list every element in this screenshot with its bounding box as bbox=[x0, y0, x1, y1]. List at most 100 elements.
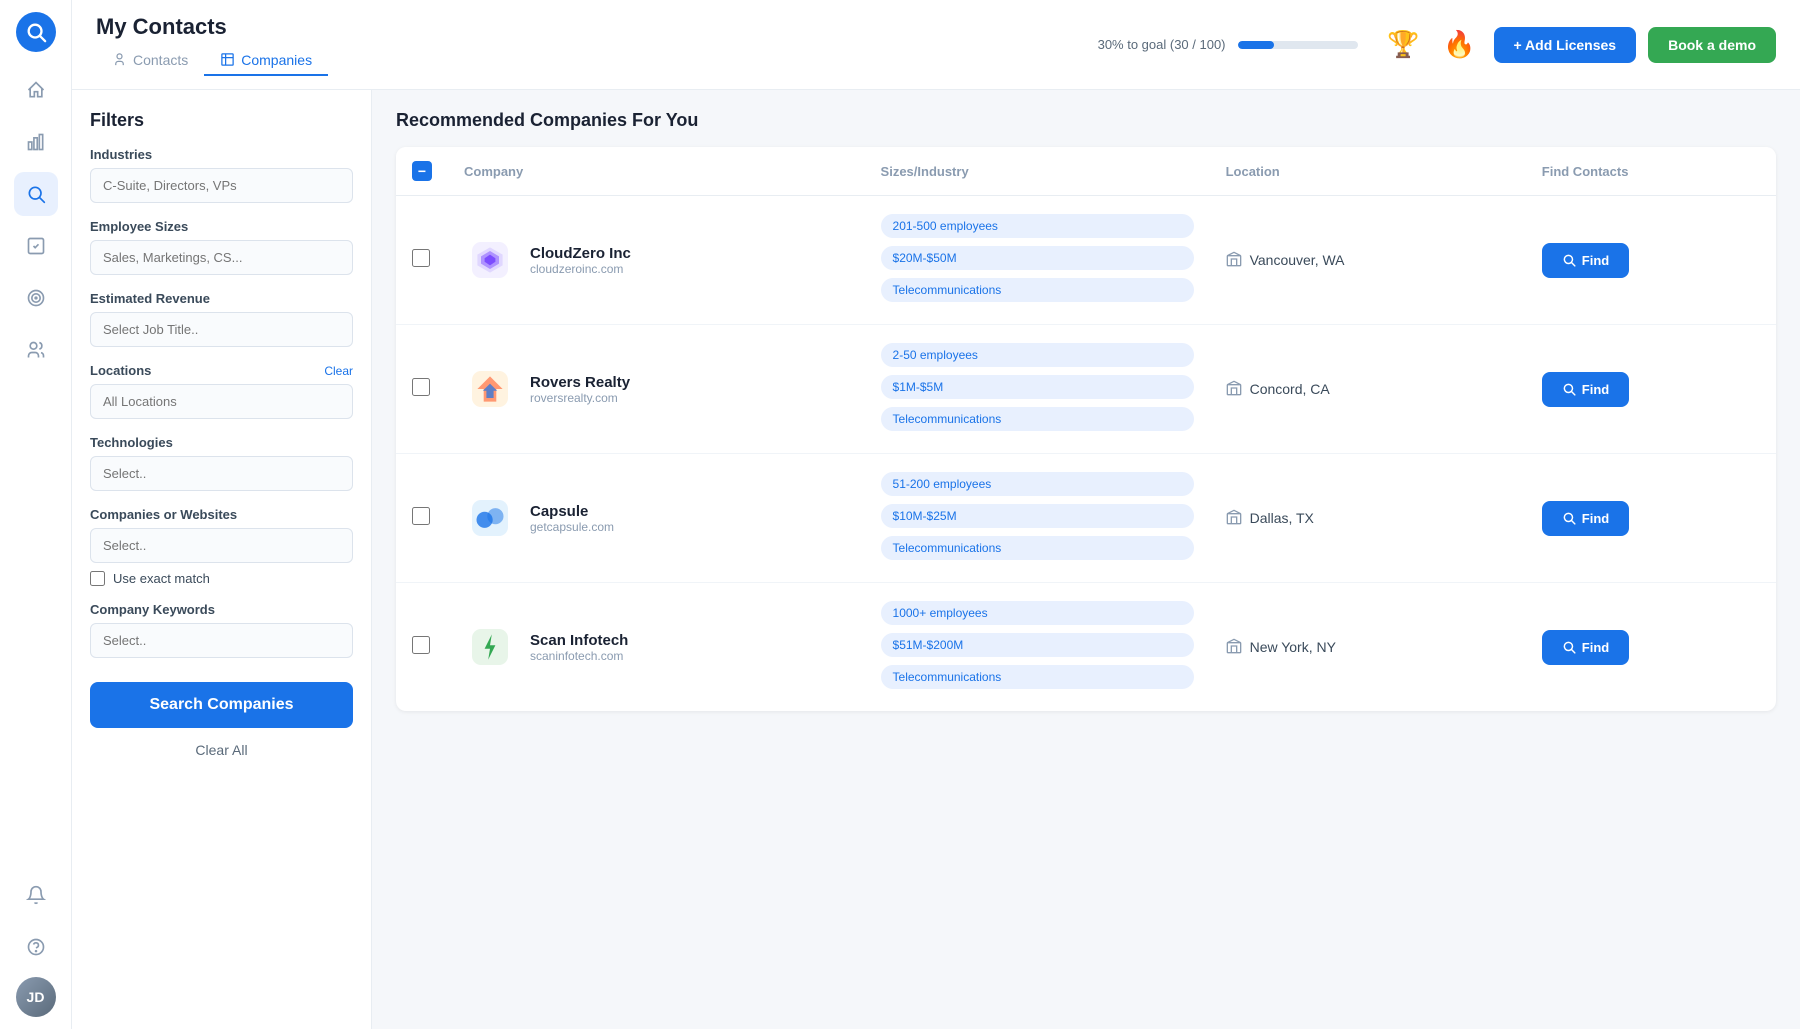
content-area: Filters Industries Employee Sizes Estima… bbox=[72, 90, 1800, 1029]
tab-contacts[interactable]: Contacts bbox=[96, 46, 204, 76]
company-cell: CloudZero Inc cloudzeroinc.com bbox=[464, 234, 849, 286]
building-icon bbox=[1226, 509, 1242, 528]
tab-companies[interactable]: Companies bbox=[204, 46, 328, 76]
table-row: Rovers Realty roversrealty.com 2-50 empl… bbox=[396, 325, 1776, 454]
companies-input[interactable] bbox=[90, 528, 353, 563]
location-cell: Dallas, TX bbox=[1226, 509, 1510, 528]
locations-clear[interactable]: Clear bbox=[324, 364, 353, 378]
company-tag: $20M-$50M bbox=[881, 246, 1194, 270]
company-tag: Telecommunications bbox=[881, 407, 1194, 431]
progress-label: 30% to goal (30 / 100) bbox=[1098, 37, 1226, 52]
tab-contacts-label: Contacts bbox=[133, 52, 188, 68]
page-title: My Contacts bbox=[96, 14, 1074, 40]
progress-bar-fill bbox=[1238, 41, 1274, 49]
company-name: CloudZero Inc bbox=[530, 245, 631, 262]
row-checkbox-2[interactable] bbox=[412, 378, 430, 396]
results-area: Recommended Companies For You Company Si… bbox=[372, 90, 1800, 1029]
company-table: Company Sizes/Industry Location Find Con… bbox=[396, 147, 1776, 711]
tags-col: 1000+ employees $51M-$200M Telecommunicati… bbox=[881, 601, 1194, 693]
avatar-initials: JD bbox=[16, 977, 56, 1017]
add-licenses-button[interactable]: + Add Licenses bbox=[1494, 27, 1637, 63]
filter-group-industries: Industries bbox=[90, 147, 353, 203]
results-title: Recommended Companies For You bbox=[396, 110, 1776, 131]
employee-sizes-input[interactable] bbox=[90, 240, 353, 275]
tab-companies-label: Companies bbox=[241, 52, 312, 68]
company-cell: Rovers Realty roversrealty.com bbox=[464, 363, 849, 415]
filters-panel: Filters Industries Employee Sizes Estima… bbox=[72, 90, 372, 1029]
col-company: Company bbox=[448, 147, 865, 196]
sidebar-item-tasks[interactable] bbox=[14, 224, 58, 268]
filter-group-keywords: Company Keywords bbox=[90, 602, 353, 658]
col-find-contacts: Find Contacts bbox=[1526, 147, 1776, 196]
sidebar-item-notifications[interactable] bbox=[14, 873, 58, 917]
company-domain: scaninfotech.com bbox=[530, 649, 628, 663]
tags-col: 201-500 employees$20M-$50MTelecommunicat… bbox=[881, 214, 1194, 306]
trophy-icon: 🏆 bbox=[1382, 23, 1426, 67]
filter-label-technologies: Technologies bbox=[90, 435, 353, 450]
company-cell: Capsule getcapsule.com bbox=[464, 492, 849, 544]
col-location: Location bbox=[1210, 147, 1526, 196]
company-tag: Telecommunications bbox=[881, 278, 1194, 302]
exact-match-row: Use exact match bbox=[90, 571, 353, 586]
location-cell: Vancouver, WA bbox=[1226, 251, 1510, 270]
company-tag: $51M-$200M bbox=[881, 633, 1194, 657]
keywords-input[interactable] bbox=[90, 623, 353, 658]
revenue-input[interactable] bbox=[90, 312, 353, 347]
exact-match-label: Use exact match bbox=[113, 571, 210, 586]
sidebar-item-home[interactable] bbox=[14, 68, 58, 112]
col-sizes-industry: Sizes/Industry bbox=[865, 147, 1210, 196]
company-info: Rovers Realty roversrealty.com bbox=[530, 374, 630, 405]
company-logo bbox=[464, 234, 516, 286]
filter-group-locations: Locations Clear bbox=[90, 363, 353, 419]
sidebar-item-analytics[interactable] bbox=[14, 120, 58, 164]
tags-col: 51-200 employees$10M-$25MTelecommunicati… bbox=[881, 472, 1194, 564]
technologies-input[interactable] bbox=[90, 456, 353, 491]
sidebar-item-search[interactable] bbox=[14, 172, 58, 216]
sidebar-item-help[interactable] bbox=[14, 925, 58, 969]
master-checkbox[interactable] bbox=[412, 161, 432, 181]
company-name: Rovers Realty bbox=[530, 374, 630, 391]
find-button-3[interactable]: Find bbox=[1542, 501, 1629, 536]
filter-label-employee-sizes: Employee Sizes bbox=[90, 219, 353, 234]
clear-all-button[interactable]: Clear All bbox=[90, 736, 353, 764]
progress-bar bbox=[1238, 41, 1358, 49]
company-logo bbox=[464, 363, 516, 415]
industries-input[interactable] bbox=[90, 168, 353, 203]
row-checkbox-4[interactable] bbox=[412, 636, 430, 654]
locations-input[interactable] bbox=[90, 384, 353, 419]
table-row: Capsule getcapsule.com 51-200 employees$… bbox=[396, 454, 1776, 583]
filter-label-companies: Companies or Websites bbox=[90, 507, 353, 522]
filter-group-employee-sizes: Employee Sizes bbox=[90, 219, 353, 275]
row-checkbox-1[interactable] bbox=[412, 249, 430, 267]
avatar[interactable]: JD bbox=[16, 977, 56, 1017]
building-icon bbox=[1226, 251, 1242, 270]
company-tag: 1000+ employees bbox=[881, 601, 1194, 625]
book-demo-button[interactable]: Book a demo bbox=[1648, 27, 1776, 63]
row-checkbox-3[interactable] bbox=[412, 507, 430, 525]
company-domain: getcapsule.com bbox=[530, 520, 614, 534]
company-info: Capsule getcapsule.com bbox=[530, 503, 614, 534]
company-location: New York, NY bbox=[1250, 639, 1336, 655]
company-tag: Telecommunications bbox=[881, 536, 1194, 560]
sidebar-item-targets[interactable] bbox=[14, 276, 58, 320]
company-name: Scan Infotech bbox=[530, 632, 628, 649]
find-button-2[interactable]: Find bbox=[1542, 372, 1629, 407]
filter-group-technologies: Technologies bbox=[90, 435, 353, 491]
company-logo bbox=[464, 492, 516, 544]
company-tag: Telecommunications bbox=[881, 665, 1194, 689]
sidebar-item-users[interactable] bbox=[14, 328, 58, 372]
sidebar-logo[interactable] bbox=[16, 12, 56, 52]
company-name: Capsule bbox=[530, 503, 614, 520]
company-tag: $10M-$25M bbox=[881, 504, 1194, 528]
search-companies-button[interactable]: Search Companies bbox=[90, 682, 353, 728]
company-tag: $1M-$5M bbox=[881, 375, 1194, 399]
company-info: CloudZero Inc cloudzeroinc.com bbox=[530, 245, 631, 276]
company-domain: roversrealty.com bbox=[530, 391, 630, 405]
filters-title: Filters bbox=[90, 110, 353, 131]
filter-label-locations: Locations Clear bbox=[90, 363, 353, 378]
sidebar: JD bbox=[0, 0, 72, 1029]
find-button-4[interactable]: Find bbox=[1542, 630, 1629, 665]
company-tag: 2-50 employees bbox=[881, 343, 1194, 367]
exact-match-checkbox[interactable] bbox=[90, 571, 105, 586]
find-button-1[interactable]: Find bbox=[1542, 243, 1629, 278]
